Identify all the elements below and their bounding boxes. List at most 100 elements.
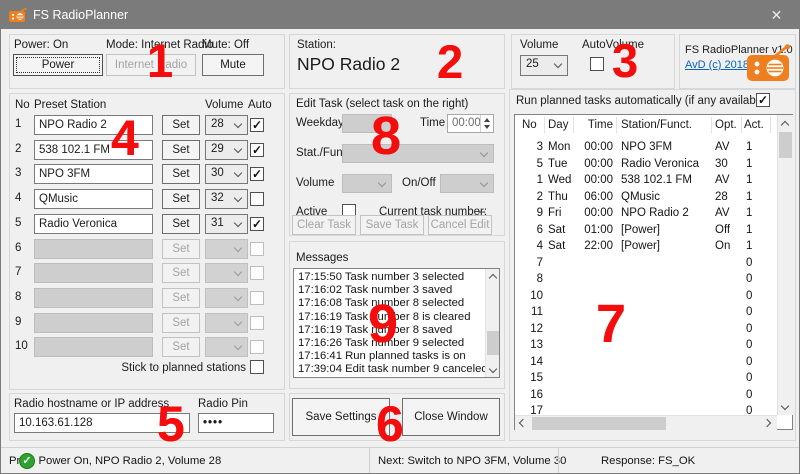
task-row[interactable]: 1Wed00:00538 102.1 FMAV1 xyxy=(515,174,777,190)
close-window-icon[interactable]: ✕ xyxy=(754,1,799,29)
close-window-button[interactable]: Close Window xyxy=(402,398,500,436)
autovolume-checkbox[interactable] xyxy=(590,57,604,71)
task-row[interactable]: 80 xyxy=(515,273,777,289)
hostname-label: Radio hostname or IP address xyxy=(14,398,169,410)
radio-pin-label: Radio Pin xyxy=(198,398,248,410)
preset-volume-select[interactable]: 30 xyxy=(205,164,248,184)
task-row[interactable]: 6Sat01:00[Power]Off1 xyxy=(515,224,777,240)
task-row[interactable]: 5Tue00:00Radio Veronica301 xyxy=(515,158,777,174)
task-row[interactable]: 4Sat22:00[Power]On1 xyxy=(515,240,777,256)
task-row[interactable]: 120 xyxy=(515,323,777,339)
messages-scrollbar[interactable] xyxy=(485,269,500,377)
tasks-horizontal-scrollbar[interactable] xyxy=(515,415,777,431)
task-opt: AV xyxy=(715,174,730,186)
preset-number: 7 xyxy=(15,266,21,278)
scroll-right-icon[interactable] xyxy=(762,416,777,431)
preset-volume-select[interactable]: 32 xyxy=(205,189,248,209)
preset-header-auto: Auto xyxy=(248,99,272,111)
author-link[interactable]: AvD (c) 2018 xyxy=(685,59,749,71)
messages-scroll-thumb[interactable] xyxy=(487,331,500,355)
mute-status-label: Mute: Off xyxy=(202,39,249,51)
preset-auto-checkbox[interactable]: ✓ xyxy=(250,167,264,181)
current-station-value: NPO Radio 2 xyxy=(297,54,400,75)
task-row[interactable]: 160 xyxy=(515,389,777,405)
preset-volume-select[interactable]: 31 xyxy=(205,214,248,234)
chevron-down-icon xyxy=(480,149,488,157)
preset-auto-checkbox[interactable] xyxy=(250,192,264,206)
connection-panel: Radio hostname or IP address Radio Pin xyxy=(9,393,285,441)
app-radio-icon xyxy=(9,8,28,22)
radio-pin-input[interactable] xyxy=(198,413,274,433)
preset-station-input xyxy=(34,288,153,308)
scroll-up-icon[interactable] xyxy=(486,269,500,283)
volume-select[interactable]: 25 xyxy=(520,55,568,76)
spin-down-icon[interactable] xyxy=(484,125,490,129)
messages-title: Messages xyxy=(296,252,348,264)
preset-auto-checkbox xyxy=(250,266,264,280)
task-station: Radio Veronica xyxy=(621,158,699,170)
planned-tasks-panel: Run planned tasks automatically (if any … xyxy=(509,89,796,441)
scroll-down-icon[interactable] xyxy=(486,363,500,377)
tasks-table: No Day Time Station/Funct. Opt. Act. 3Mo… xyxy=(514,114,793,430)
task-row[interactable]: 100 xyxy=(515,290,777,306)
tasks-vertical-scrollbar[interactable] xyxy=(777,115,793,415)
tasks-hscroll-thumb[interactable] xyxy=(532,417,666,430)
tasks-scroll-thumb[interactable] xyxy=(779,132,792,158)
preset-station-input[interactable] xyxy=(34,164,153,184)
task-act: 0 xyxy=(746,405,752,415)
task-no: 13 xyxy=(515,339,543,351)
stick-to-planned-checkbox[interactable] xyxy=(250,360,264,374)
task-day: Sat xyxy=(548,224,565,236)
preset-station-input xyxy=(34,337,153,357)
task-row[interactable]: 130 xyxy=(515,339,777,355)
run-tasks-checkbox[interactable]: ✓ xyxy=(756,93,770,107)
task-row[interactable]: 150 xyxy=(515,372,777,388)
preset-set-button[interactable]: Set xyxy=(162,115,200,135)
task-row[interactable]: 2Thu06:00QMusic281 xyxy=(515,191,777,207)
scroll-up-icon[interactable] xyxy=(778,115,793,130)
annotation-6: 6 xyxy=(376,399,404,449)
task-row[interactable]: 9Fri00:00NPO Radio 2AV1 xyxy=(515,207,777,223)
chevron-down-icon xyxy=(234,169,242,177)
preset-auto-checkbox[interactable]: ✓ xyxy=(250,143,264,157)
preset-auto-checkbox xyxy=(250,340,264,354)
preset-volume-select[interactable]: 29 xyxy=(205,140,248,160)
task-row[interactable]: 3Mon00:00NPO 3FMAV1 xyxy=(515,141,777,157)
onoff-label: On/Off xyxy=(402,177,436,189)
spin-up-icon[interactable] xyxy=(484,118,490,122)
preset-auto-checkbox[interactable]: ✓ xyxy=(250,118,264,132)
mute-button[interactable]: Mute xyxy=(202,54,264,76)
task-station: NPO 3FM xyxy=(621,141,672,153)
annotation-9: 9 xyxy=(368,297,398,351)
preset-station-input[interactable] xyxy=(34,189,153,209)
preset-row: 1Set28✓ xyxy=(10,115,284,136)
preset-set-button[interactable]: Set xyxy=(162,214,200,234)
scroll-down-icon[interactable] xyxy=(778,400,793,415)
task-row[interactable]: 140 xyxy=(515,356,777,372)
save-task-button: Save Task xyxy=(360,215,424,235)
task-row[interactable]: 110 xyxy=(515,306,777,322)
preset-auto-checkbox[interactable]: ✓ xyxy=(250,217,264,231)
preset-station-input[interactable] xyxy=(34,214,153,234)
chevron-down-icon xyxy=(378,179,386,187)
preset-row: 6Set xyxy=(10,239,284,260)
task-act: 0 xyxy=(746,356,752,368)
chevron-down-icon xyxy=(480,179,488,187)
scroll-left-icon[interactable] xyxy=(515,416,530,431)
preset-number: 2 xyxy=(15,143,21,155)
preset-set-button[interactable]: Set xyxy=(162,189,200,209)
success-check-icon: ✓ xyxy=(19,453,35,469)
preset-set-button[interactable]: Set xyxy=(162,164,200,184)
task-no: 8 xyxy=(515,273,543,285)
task-time: 00:00 xyxy=(573,158,613,170)
tasks-rows: 3Mon00:00NPO 3FMAV15Tue00:00Radio Veroni… xyxy=(515,135,777,415)
task-row[interactable]: 170 xyxy=(515,405,777,415)
preset-set-button[interactable]: Set xyxy=(162,140,200,160)
power-button[interactable]: Power xyxy=(13,54,103,76)
task-row[interactable]: 70 xyxy=(515,257,777,273)
chevron-down-icon xyxy=(234,144,242,152)
task-opt: Off xyxy=(715,224,730,236)
time-spinner[interactable]: 00:00 xyxy=(447,114,494,133)
task-time: 06:00 xyxy=(573,191,613,203)
preset-volume-select[interactable]: 28 xyxy=(205,115,248,135)
